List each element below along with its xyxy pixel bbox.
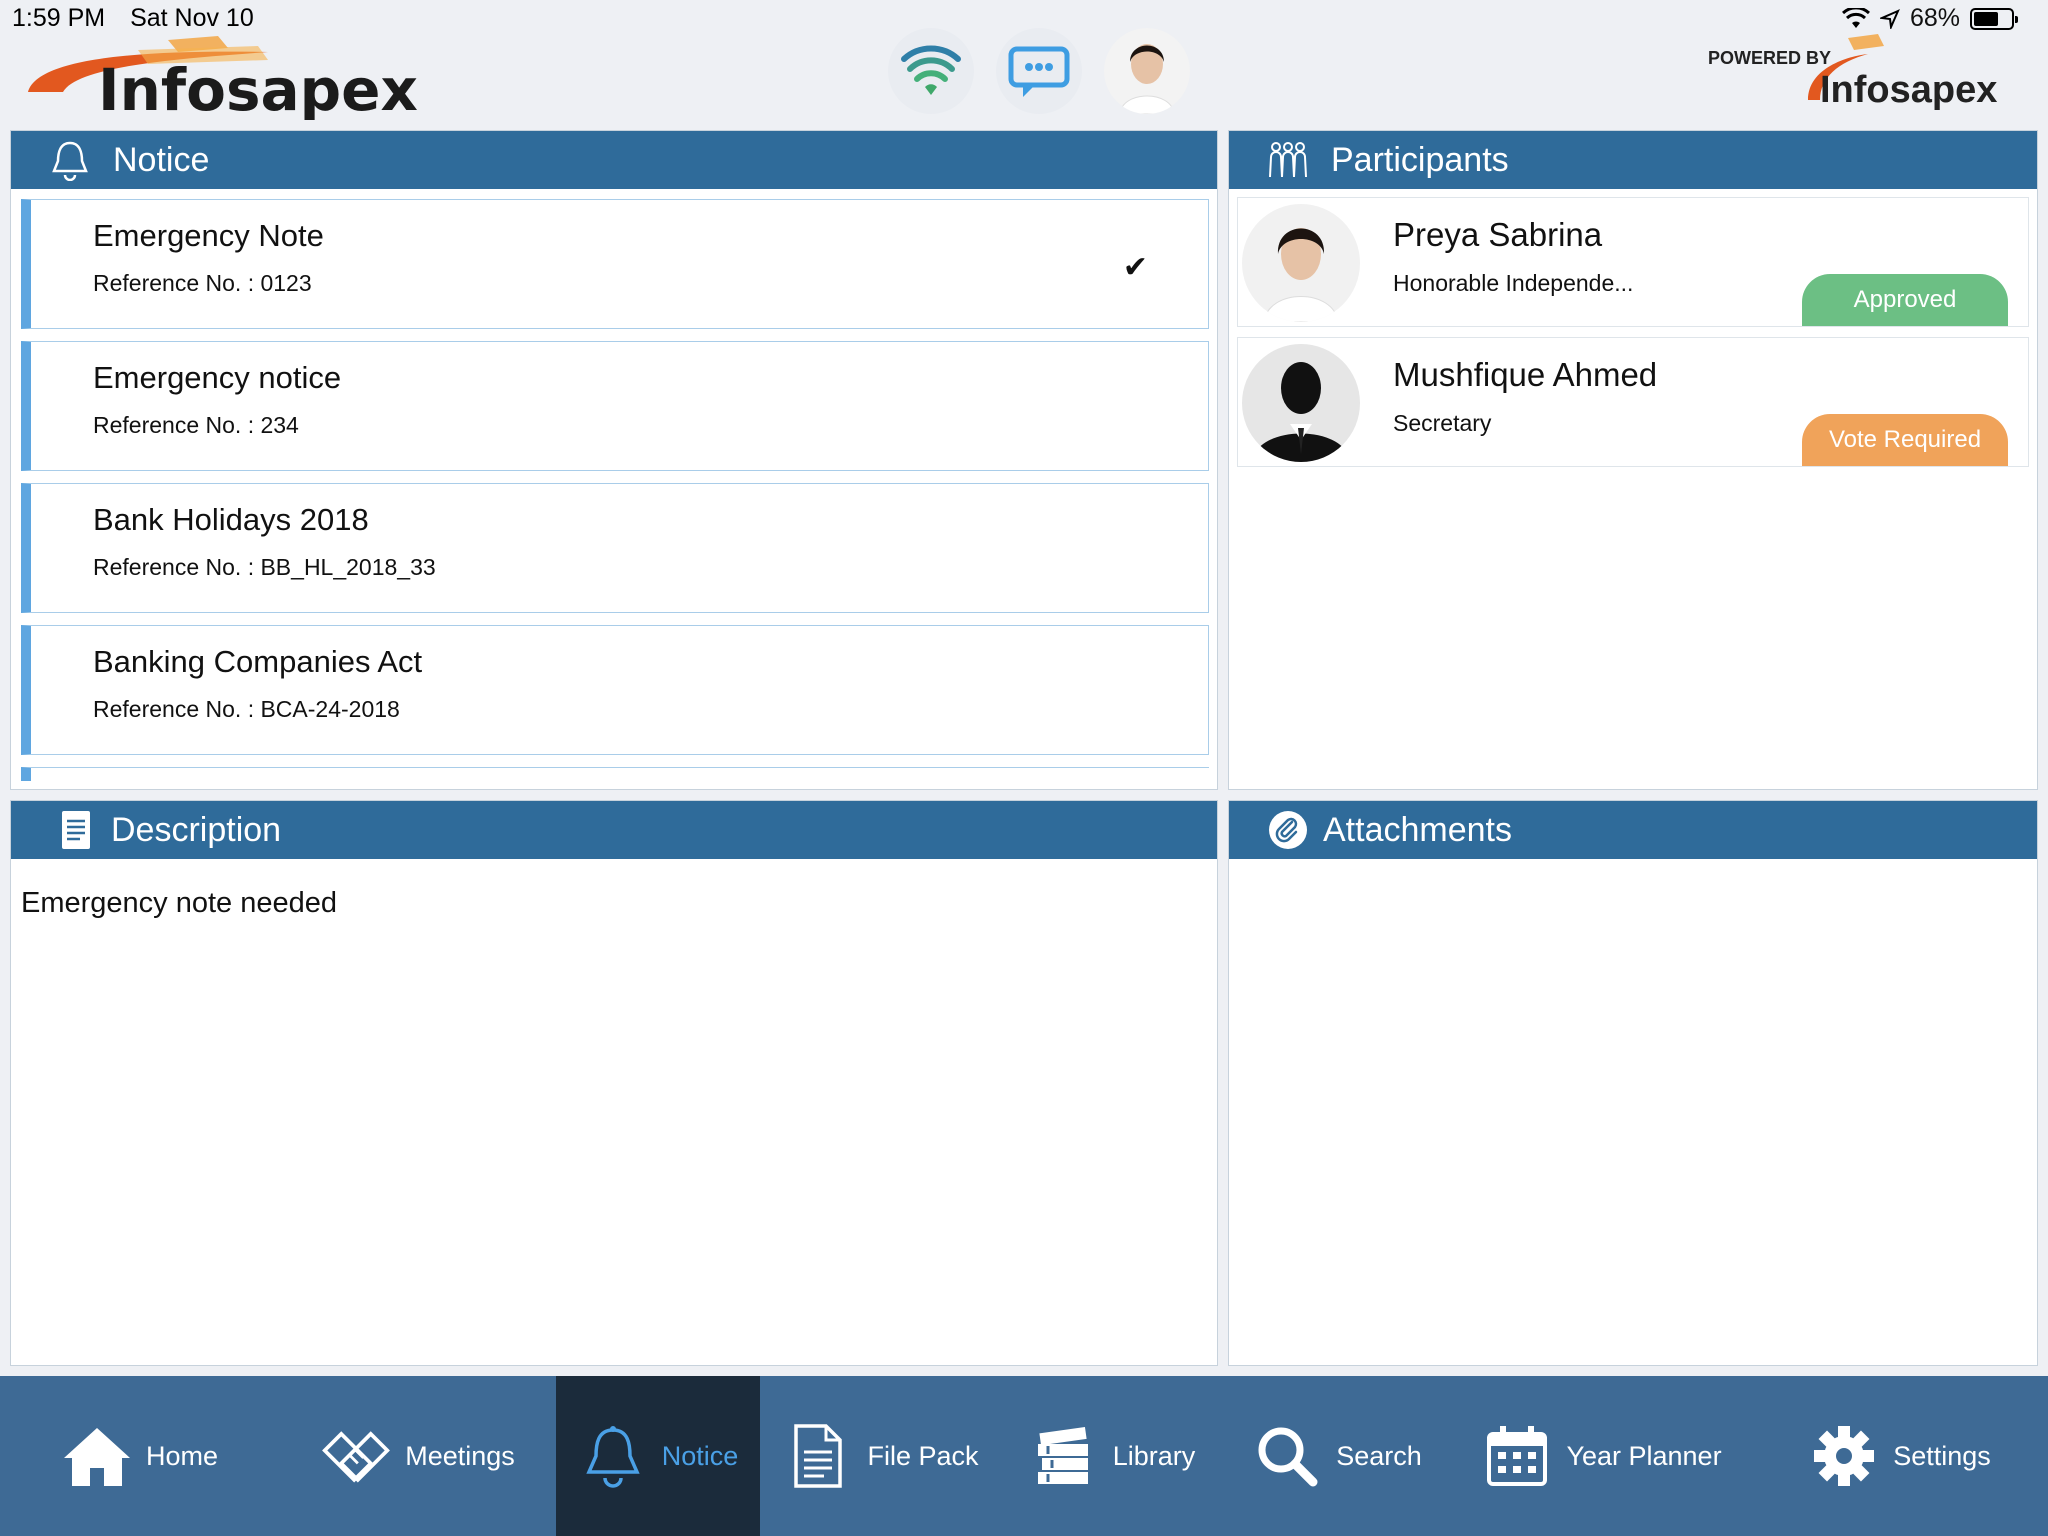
notice-item-title: Emergency Note — [93, 218, 324, 253]
tab-file-pack[interactable]: File Pack — [760, 1376, 1002, 1536]
tab-library[interactable]: Library — [1002, 1376, 1222, 1536]
description-header: Description — [11, 801, 1217, 859]
attachments-header: Attachments — [1229, 801, 2037, 859]
attachments-panel: Attachments — [1228, 800, 2038, 1366]
notice-item[interactable]: Emergency notice Reference No. : 234 — [21, 341, 1209, 471]
svg-text:Infosapex: Infosapex — [1820, 69, 1997, 111]
notice-item-title: Banking Companies Act — [93, 644, 423, 679]
notice-item-reference: Reference No. : 234 — [93, 412, 299, 438]
group-icon — [1267, 139, 1309, 181]
notice-item[interactable]: Emergency Note Reference No. : 0123 ✔ — [21, 199, 1209, 329]
notice-list: Emergency Note Reference No. : 0123 ✔ Em… — [11, 189, 1217, 789]
tab-label: Year Planner — [1566, 1440, 1722, 1471]
tab-label: Meetings — [405, 1440, 515, 1471]
status-date: Sat Nov 10 — [130, 4, 254, 32]
tab-label: Notice — [661, 1440, 739, 1471]
participant-avatar — [1242, 204, 1360, 322]
tab-label: Home — [145, 1440, 219, 1471]
participant-role: Secretary — [1393, 410, 1492, 436]
chat-icon[interactable] — [996, 28, 1082, 114]
notice-item-title: Bank Holidays 2018 — [93, 502, 369, 537]
participants-title: Participants — [1331, 140, 1509, 179]
gear-icon — [1809, 1421, 1879, 1491]
notice-title: Notice — [113, 140, 210, 179]
participant-name: Preya Sabrina — [1393, 216, 1603, 253]
bell-icon — [49, 139, 91, 181]
checkmark-icon: ✔ — [1122, 251, 1148, 284]
tab-notice[interactable]: Notice — [556, 1376, 760, 1536]
notice-header: Notice — [11, 131, 1217, 189]
notice-item-reference: Reference No. : 0123 — [93, 270, 312, 296]
powered-by-logo: POWERED BY Infosapex — [1708, 28, 1998, 116]
tab-label: File Pack — [867, 1440, 979, 1471]
bell-icon — [578, 1421, 648, 1491]
document-icon — [783, 1421, 853, 1491]
books-icon — [1029, 1421, 1099, 1491]
description-title: Description — [111, 810, 282, 849]
attachments-title: Attachments — [1323, 810, 1512, 849]
profile-avatar[interactable] — [1104, 28, 1190, 114]
participant-row[interactable]: Preya Sabrina Honorable Independe... App… — [1237, 197, 2029, 327]
notice-item-partial[interactable] — [21, 767, 1209, 781]
notice-item-reference: Reference No. : BCA-24-2018 — [93, 696, 400, 722]
notice-panel: Notice Emergency Note Reference No. : 01… — [10, 130, 1218, 790]
tab-year-planner[interactable]: Year Planner — [1452, 1376, 1752, 1536]
tab-meetings[interactable]: Meetings — [280, 1376, 556, 1536]
status-badge: Approved — [1802, 274, 2008, 326]
description-text: Emergency note needed — [21, 887, 337, 919]
battery-icon — [1970, 7, 2018, 30]
participant-role: Honorable Independe... — [1393, 270, 1634, 296]
status-badge[interactable]: Vote Required — [1802, 414, 2008, 466]
status-time: 1:59 PM — [12, 4, 106, 32]
svg-text:Infosapex: Infosapex — [98, 56, 418, 120]
handshake-icon — [321, 1421, 391, 1491]
tab-settings[interactable]: Settings — [1752, 1376, 2048, 1536]
header-icons — [888, 28, 1190, 114]
wifi-status-icon — [1841, 7, 1870, 28]
tab-label: Search — [1336, 1440, 1422, 1471]
notice-item-title: Emergency notice — [93, 360, 342, 395]
home-icon — [62, 1421, 132, 1491]
description-panel: Description Emergency note needed — [10, 800, 1218, 1366]
location-arrow-icon — [1879, 8, 1900, 29]
tab-search[interactable]: Search — [1222, 1376, 1452, 1536]
participant-name: Mushfique Ahmed — [1393, 356, 1658, 393]
search-icon — [1252, 1421, 1322, 1491]
participant-avatar — [1242, 344, 1360, 462]
tab-label: Settings — [1893, 1440, 1991, 1471]
tab-home[interactable]: Home — [0, 1376, 280, 1536]
paperclip-icon — [1267, 809, 1309, 851]
bottom-tab-bar: Home Meetings Notice File Pack Library S… — [0, 1376, 2048, 1536]
calendar-icon — [1482, 1421, 1552, 1491]
participants-header: Participants — [1229, 131, 2037, 189]
infosapex-logo: Infosapex — [18, 30, 498, 124]
svg-text:POWERED BY: POWERED BY — [1708, 48, 1831, 68]
notice-item-reference: Reference No. : BB_HL_2018_33 — [93, 554, 436, 580]
status-bar-left: 1:59 PM Sat Nov 10 — [12, 4, 272, 33]
notice-item[interactable]: Banking Companies Act Reference No. : BC… — [21, 625, 1209, 755]
participant-row[interactable]: Mushfique Ahmed Secretary Vote Required — [1237, 337, 2029, 467]
tab-label: Library — [1112, 1440, 1196, 1471]
notice-item[interactable]: Bank Holidays 2018 Reference No. : BB_HL… — [21, 483, 1209, 613]
participants-panel: Participants Preya Sabrina Honorable Ind… — [1228, 130, 2038, 790]
document-icon — [55, 809, 97, 851]
participants-list: Preya Sabrina Honorable Independe... App… — [1229, 189, 2037, 467]
wifi-icon[interactable] — [888, 28, 974, 114]
